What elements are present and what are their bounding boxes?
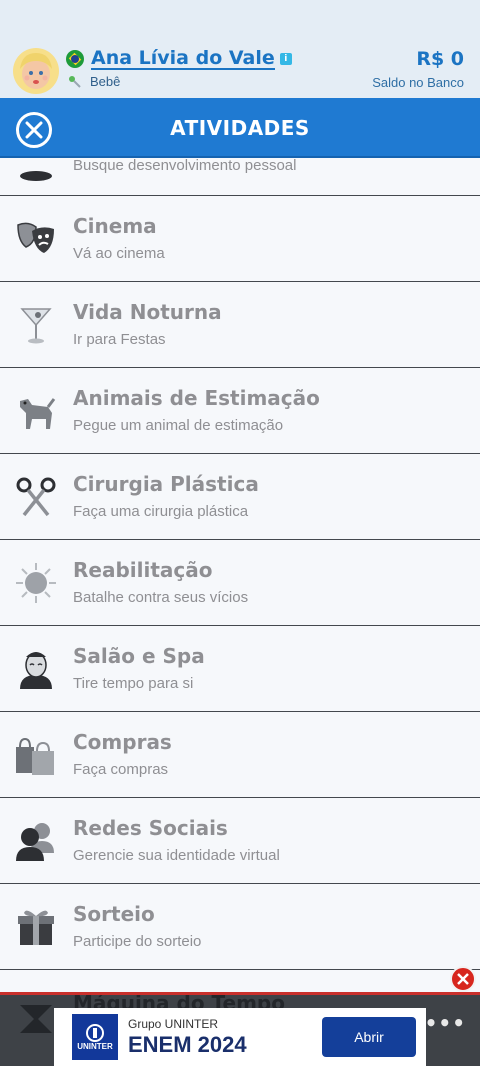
list-item-cinema[interactable]: Cinema Vá ao cinema — [0, 196, 480, 282]
list-item-plastic-surgery[interactable]: Cirurgia Plástica Faça uma cirurgia plás… — [0, 454, 480, 540]
mind-body-icon — [20, 171, 52, 181]
dog-icon — [20, 398, 56, 429]
list-item-lottery[interactable]: Sorteio Participe do sorteio — [0, 884, 480, 970]
page-title: ATIVIDADES — [170, 116, 310, 140]
list-item-subtitle: Gerencie sua identidade virtual — [73, 847, 280, 864]
list-item-subtitle: Pegue um animal de estimação — [73, 417, 284, 434]
list-item-title: Vida Noturna — [73, 300, 222, 324]
list-item-title: Cinema — [73, 214, 157, 238]
list-item-title: Redes Sociais — [73, 816, 228, 840]
cocktail-glass-icon — [20, 308, 52, 344]
ad-brand: Grupo UNINTER — [128, 1017, 219, 1031]
ad-close-button[interactable] — [450, 966, 476, 992]
ad-open-button[interactable]: Abrir — [322, 1017, 416, 1057]
ad-logo-text: UNINTER — [77, 1041, 113, 1051]
people-icon — [16, 823, 54, 861]
spa-face-icon — [20, 652, 52, 689]
close-icon — [457, 973, 469, 985]
list-item-subtitle: Ir para Festas — [73, 331, 166, 348]
list-item-title: Reabilitação — [73, 558, 213, 582]
list-item-subtitle: Tire tempo para si — [73, 675, 194, 692]
sun-icon — [16, 563, 56, 603]
bank-balance: R$ 0 — [416, 48, 464, 70]
uninter-logo-icon — [86, 1023, 104, 1042]
list-item-subtitle: Faça uma cirurgia plástica — [73, 503, 249, 520]
baby-rattle-icon — [69, 75, 81, 88]
list-item-subtitle: Vá ao cinema — [73, 245, 165, 262]
scissors-icon — [16, 477, 56, 517]
list-item-rehab[interactable]: Reabilitação Batalhe contra seus vícios — [0, 540, 480, 626]
more-options-icon[interactable]: ••• — [425, 1011, 466, 1035]
shopping-bags-icon — [16, 737, 54, 775]
list-item-salon-spa[interactable]: Salão e Spa Tire tempo para si — [0, 626, 480, 712]
list-item-title: Salão e Spa — [73, 644, 205, 668]
list-item-title: Compras — [73, 730, 172, 754]
ad-logo: UNINTER — [72, 1014, 118, 1060]
brazil-flag-icon — [66, 50, 84, 68]
character-name-row: Ana Lívia do Vale i — [66, 48, 292, 70]
list-item-title: Animais de Estimação — [73, 386, 320, 410]
list-item-personal-development[interactable]: Busque desenvolvimento pessoal — [0, 158, 480, 196]
list-item-subtitle: Faça compras — [73, 761, 169, 778]
gift-box-icon — [18, 910, 54, 945]
list-item-social-media[interactable]: Redes Sociais Gerencie sua identidade vi… — [0, 798, 480, 884]
list-item-subtitle: Participe do sorteio — [73, 933, 202, 950]
list-item-shopping[interactable]: Compras Faça compras — [0, 712, 480, 798]
activities-list[interactable]: Busque desenvolvimento pessoal Cinema Vá… — [0, 158, 480, 1008]
info-icon[interactable]: i — [279, 53, 292, 65]
baby-avatar-icon[interactable] — [12, 47, 60, 95]
activities-titlebar: ATIVIDADES — [0, 98, 480, 158]
life-stage-row: Bebê — [68, 74, 120, 89]
bank-balance-label: Saldo no Banco — [372, 75, 464, 90]
list-item-pets[interactable]: Animais de Estimação Pegue um animal de … — [0, 368, 480, 454]
theater-masks-icon — [17, 222, 54, 253]
life-stage-label: Bebê — [90, 74, 121, 89]
ad-banner[interactable]: UNINTER Grupo UNINTER ENEM 2024 Abrir — [54, 1008, 426, 1066]
character-name-link[interactable]: Ana Lívia do Vale — [91, 48, 275, 70]
list-item-subtitle: Batalhe contra seus vícios — [73, 589, 249, 606]
status-header: Ana Lívia do Vale i Bebê R$ 0 Saldo no B… — [0, 0, 480, 98]
time-machine-icon — [20, 1005, 52, 1033]
ad-headline: ENEM 2024 — [128, 1032, 247, 1057]
list-item-nightlife[interactable]: Vida Noturna Ir para Festas — [0, 282, 480, 368]
list-item-subtitle: Busque desenvolvimento pessoal — [73, 158, 297, 174]
list-item-title: Sorteio — [73, 902, 155, 926]
list-item-title: Cirurgia Plástica — [73, 472, 259, 496]
